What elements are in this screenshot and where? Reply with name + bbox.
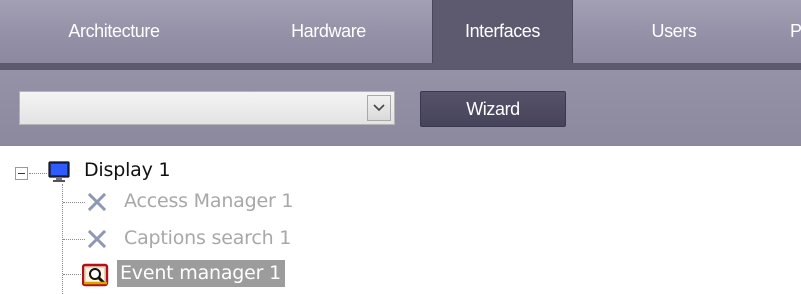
tree-node-access-manager[interactable]: Access Manager 1 — [87, 189, 327, 217]
tab-architecture[interactable]: Architecture — [0, 0, 228, 63]
dropdown-toggle-button[interactable] — [367, 95, 391, 121]
tree-connector — [63, 274, 81, 275]
chevron-down-icon — [373, 104, 385, 112]
tab-hardware[interactable]: Hardware — [228, 0, 429, 63]
object-type-dropdown[interactable] — [19, 91, 395, 125]
display-icon — [48, 161, 70, 182]
tree-node-label: Display 1 — [84, 159, 171, 181]
tree-node-captions-search[interactable]: Captions search 1 — [87, 226, 327, 254]
tree-connector — [63, 202, 85, 203]
wizard-button[interactable]: Wizard — [420, 91, 566, 127]
main-tab-bar: Architecture Hardware Interfaces Users P — [0, 0, 801, 70]
disabled-x-icon — [87, 229, 107, 249]
tree-node-event-manager[interactable]: Event manager 1 — [82, 259, 322, 291]
tree-node-label-selected: Event manager 1 — [117, 260, 285, 287]
event-manager-icon — [82, 263, 109, 287]
tab-strip-divider — [0, 63, 801, 70]
tree-node-display[interactable]: Display 1 — [47, 158, 197, 188]
toolbar: Wizard — [0, 70, 801, 146]
tree-connector — [63, 239, 85, 240]
tab-partial[interactable]: P — [790, 0, 801, 63]
tree-connector — [29, 173, 47, 174]
object-tree: Display 1 Access Manager 1 Captions sear… — [0, 146, 801, 294]
tab-interfaces[interactable]: Interfaces — [432, 0, 573, 63]
tree-node-label: Access Manager 1 — [124, 190, 294, 212]
tab-users[interactable]: Users — [574, 0, 774, 63]
tree-node-label: Captions search 1 — [124, 227, 292, 249]
collapse-toggle[interactable] — [15, 167, 28, 180]
disabled-x-icon — [87, 192, 107, 212]
